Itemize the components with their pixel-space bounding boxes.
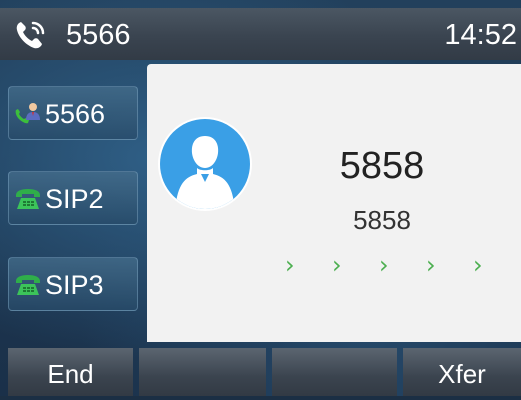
- line-key-sip2[interactable]: SIP2: [8, 171, 138, 225]
- person-avatar-icon: [158, 117, 252, 211]
- call-progress-indicator: › › › › ›: [277, 250, 487, 280]
- softkey-3[interactable]: [272, 348, 397, 396]
- chevron-right-icon: ›: [332, 251, 342, 279]
- chevron-right-icon: ›: [285, 251, 295, 279]
- handset-icon: [16, 21, 45, 49]
- account-label: 5566: [66, 19, 131, 51]
- call-panel: 5858 5858 › › › › ›: [147, 64, 521, 342]
- softkey-2[interactable]: [139, 348, 266, 396]
- green-phone-icon: [16, 275, 40, 295]
- green-phone-icon: [16, 189, 40, 209]
- clock-time: 14:52: [444, 19, 517, 51]
- line-key-sip3[interactable]: SIP3: [8, 257, 138, 311]
- callee-name: 5858: [339, 145, 425, 187]
- line-key-label: SIP3: [45, 270, 104, 300]
- status-bar: 5566 14:52: [0, 8, 521, 60]
- line-key-5566[interactable]: 5566: [8, 86, 138, 140]
- chevron-right-icon: ›: [473, 251, 483, 279]
- callee-number: 5858: [353, 205, 411, 235]
- phone-screen: 5566 14:52 5566 SIP2 SIP3 5858 5858 › › …: [0, 0, 521, 396]
- line-key-label: SIP2: [45, 184, 104, 214]
- chevron-right-icon: ›: [426, 251, 436, 279]
- end-call-softkey[interactable]: End: [8, 348, 133, 396]
- transfer-softkey[interactable]: Xfer: [403, 348, 521, 396]
- line-key-label: 5566: [45, 99, 106, 129]
- contact-handset-icon: [15, 103, 40, 124]
- chevron-right-icon: ›: [379, 251, 389, 279]
